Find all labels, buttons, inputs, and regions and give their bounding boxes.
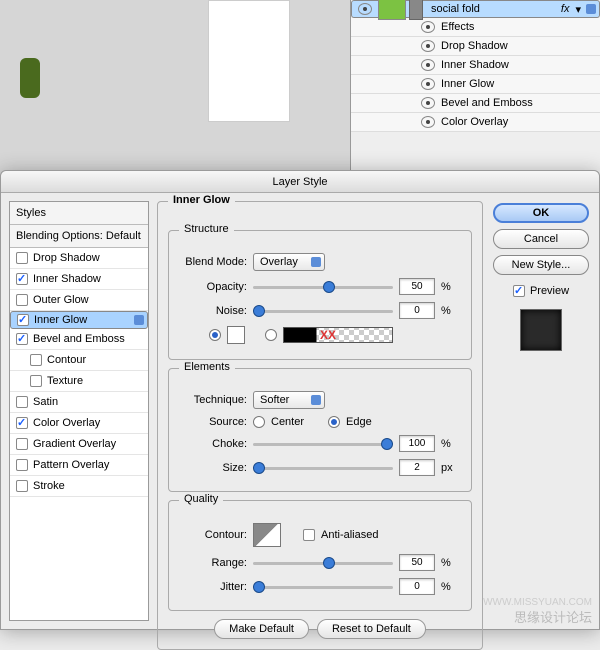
preview-checkbox[interactable] (513, 285, 525, 297)
cancel-button[interactable]: Cancel (493, 229, 589, 249)
layer-style-dialog: Layer Style Styles Blending Options: Def… (0, 170, 600, 630)
opacity-input[interactable]: 50 (399, 278, 435, 295)
checkbox[interactable] (16, 273, 28, 285)
effect-row[interactable]: Bevel and Emboss (351, 94, 600, 113)
dialog-title: Layer Style (272, 176, 327, 188)
styles-list: Styles Blending Options: Default Drop Sh… (9, 201, 149, 621)
effect-row[interactable]: Inner Glow (351, 75, 600, 94)
opt-color-overlay[interactable]: Color Overlay (10, 413, 148, 434)
opt-satin[interactable]: Satin (10, 392, 148, 413)
choke-input[interactable]: 100 (399, 435, 435, 452)
jitter-input[interactable]: 0 (399, 578, 435, 595)
layer-thumbnail (378, 0, 406, 20)
checkbox[interactable] (16, 396, 28, 408)
effect-row[interactable]: Color Overlay (351, 113, 600, 132)
effects-label: Effects (441, 21, 474, 33)
panel-title: Inner Glow (168, 194, 235, 206)
opt-inner-glow[interactable]: Inner Glow (10, 311, 148, 329)
checkbox[interactable] (30, 375, 42, 387)
color-radio[interactable] (209, 329, 221, 341)
opt-stroke[interactable]: Stroke (10, 476, 148, 497)
dialog-buttons: OK Cancel New Style... Preview (491, 201, 591, 621)
opt-contour[interactable]: Contour (10, 350, 148, 371)
checkbox[interactable] (17, 314, 29, 326)
effect-row[interactable]: Drop Shadow (351, 37, 600, 56)
chevron-down-icon[interactable]: ▾ (575, 3, 581, 16)
choke-slider[interactable] (253, 437, 393, 451)
watermark-text: 思缘设计论坛 (514, 607, 592, 626)
ok-button[interactable]: OK (493, 203, 589, 223)
blending-options[interactable]: Blending Options: Default (10, 225, 148, 248)
checkbox[interactable] (16, 333, 28, 345)
preview-swatch (520, 309, 562, 351)
blend-mode-select[interactable]: Overlay (253, 253, 325, 271)
visibility-icon[interactable] (358, 3, 372, 15)
effects-header-row[interactable]: Effects (351, 18, 600, 37)
size-input[interactable]: 2 (399, 459, 435, 476)
styles-header[interactable]: Styles (10, 202, 148, 225)
preview-toggle[interactable]: Preview (513, 285, 569, 297)
visibility-icon[interactable] (421, 59, 435, 71)
checkbox[interactable] (16, 252, 28, 264)
elements-fieldset: Elements Technique:Softer Source:CenterE… (168, 368, 472, 492)
inner-glow-fieldset: Inner Glow Structure Blend Mode:Overlay … (157, 201, 483, 650)
checkbox[interactable] (16, 417, 28, 429)
layer-name[interactable]: social fold (431, 3, 561, 15)
visibility-icon[interactable] (421, 21, 435, 33)
noise-input[interactable]: 0 (399, 302, 435, 319)
fx-badge[interactable]: fx (561, 3, 570, 15)
visibility-icon[interactable] (421, 40, 435, 52)
layer-row-social-fold[interactable]: social fold fx ▾ (351, 0, 600, 18)
opt-texture[interactable]: Texture (10, 371, 148, 392)
opt-inner-shadow[interactable]: Inner Shadow (10, 269, 148, 290)
gradient-radio[interactable] (265, 329, 277, 341)
layers-panel: social fold fx ▾ Effects Drop Shadow Inn… (350, 0, 600, 180)
checkbox[interactable] (16, 459, 28, 471)
opt-outer-glow[interactable]: Outer Glow (10, 290, 148, 311)
color-swatch[interactable] (227, 326, 245, 344)
structure-fieldset: Structure Blend Mode:Overlay Opacity:50%… (168, 230, 472, 360)
make-default-button[interactable]: Make Default (214, 619, 309, 639)
opt-pattern-overlay[interactable]: Pattern Overlay (10, 455, 148, 476)
quality-fieldset: Quality Contour:Anti-aliased Range:50% J… (168, 500, 472, 611)
checkbox[interactable] (30, 354, 42, 366)
checkbox[interactable] (16, 438, 28, 450)
jitter-slider[interactable] (253, 580, 393, 594)
checkbox[interactable] (16, 294, 28, 306)
visibility-icon[interactable] (421, 97, 435, 109)
checkbox[interactable] (16, 480, 28, 492)
technique-select[interactable]: Softer (253, 391, 325, 409)
source-edge-radio[interactable] (328, 416, 340, 428)
visibility-icon[interactable] (421, 78, 435, 90)
settings-panel: Inner Glow Structure Blend Mode:Overlay … (157, 201, 483, 621)
opacity-slider[interactable] (253, 280, 393, 294)
opt-drop-shadow[interactable]: Drop Shadow (10, 248, 148, 269)
mask-thumbnail (409, 0, 423, 20)
gradient-picker[interactable] (283, 327, 393, 343)
size-slider[interactable] (253, 461, 393, 475)
opt-gradient-overlay[interactable]: Gradient Overlay (10, 434, 148, 455)
workspace-background (0, 0, 350, 180)
range-slider[interactable] (253, 556, 393, 570)
dialog-titlebar[interactable]: Layer Style (1, 171, 599, 193)
effect-row[interactable]: Inner Shadow (351, 56, 600, 75)
reset-default-button[interactable]: Reset to Default (317, 619, 426, 639)
source-center-radio[interactable] (253, 416, 265, 428)
visibility-icon[interactable] (421, 116, 435, 128)
contour-picker[interactable] (253, 523, 281, 547)
opt-bevel-emboss[interactable]: Bevel and Emboss (10, 329, 148, 350)
anti-aliased-checkbox[interactable] (303, 529, 315, 541)
range-input[interactable]: 50 (399, 554, 435, 571)
noise-slider[interactable] (253, 304, 393, 318)
new-style-button[interactable]: New Style... (493, 255, 589, 275)
